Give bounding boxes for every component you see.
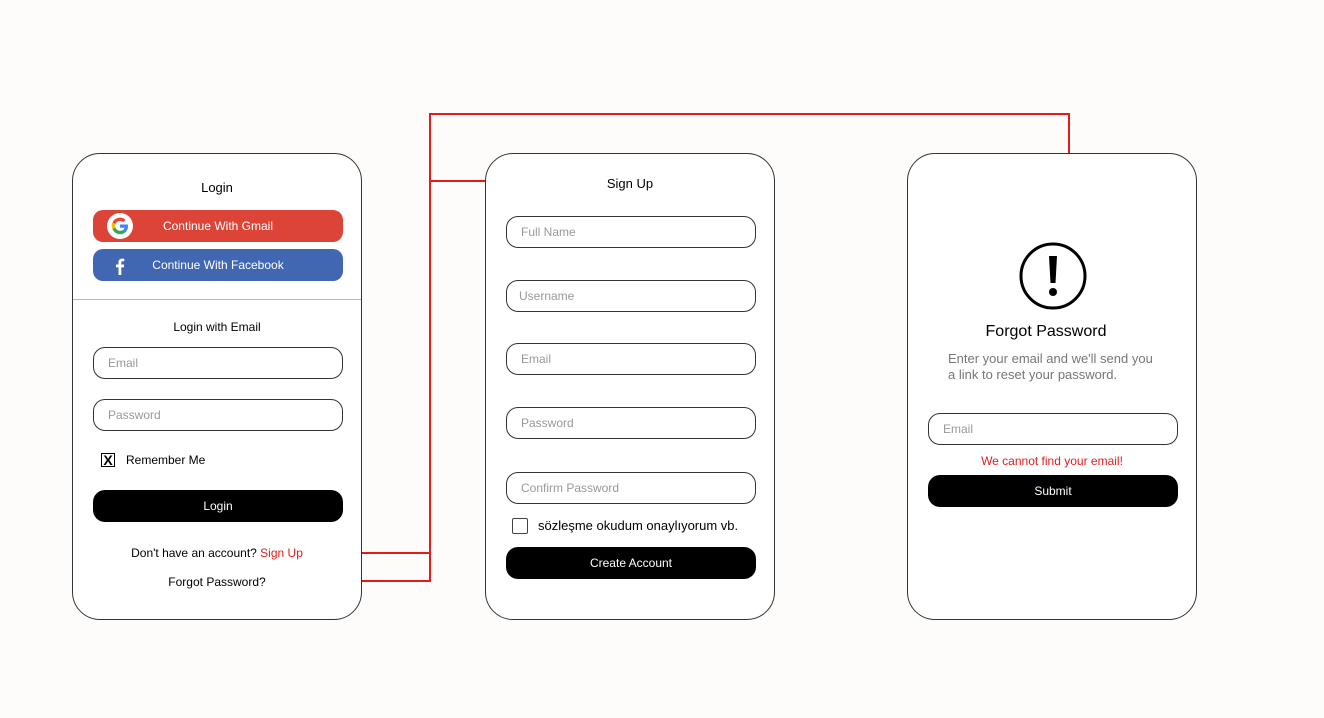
remember-me-label: Remember Me [126,453,206,467]
signup-prompt: Don't have an account? Sign Up [73,546,361,560]
forgot-description-line1: Enter your email and we'll send you [948,351,1153,366]
google-icon [107,213,133,239]
signup-email-input[interactable]: Email [506,343,756,375]
forgot-email-input[interactable]: Email [928,413,1178,445]
signup-password-input[interactable]: Password [506,407,756,439]
facebook-icon [107,252,133,278]
login-button-label: Login [203,499,233,513]
login-button[interactable]: Login [93,490,343,522]
forgot-title: Forgot Password [985,323,1107,340]
forgot-description: Enter your email and we'll send you a li… [948,351,1153,383]
exclamation-icon [1019,242,1087,315]
confirm-password-input[interactable]: Confirm Password [506,472,756,504]
remember-me-checkbox[interactable]: X [101,453,115,467]
signup-email-placeholder: Email [521,352,552,366]
confirm-password-placeholder: Confirm Password [521,481,620,495]
email-section-title: Login with Email [173,320,261,334]
agreement-checkbox[interactable] [512,518,528,534]
gmail-button-label: Continue With Gmail [162,219,274,233]
create-account-button[interactable]: Create Account [506,547,756,579]
forgot-description-line2: a link to reset your password. [948,367,1118,382]
submit-button-label: Submit [1034,484,1072,498]
login-email-placeholder: Email [108,356,139,370]
gmail-button[interactable]: Continue With Gmail [93,210,343,242]
username-placeholder: Username [519,289,575,303]
signup-link[interactable]: Sign Up [260,546,303,560]
login-email-input[interactable]: Email [93,347,343,379]
username-input[interactable]: Username [506,280,756,312]
login-password-input[interactable]: Password [93,399,343,431]
submit-button[interactable]: Submit [928,475,1178,507]
create-account-label: Create Account [589,556,673,570]
facebook-button-label: Continue With Facebook [152,258,284,272]
fullname-input[interactable]: Full Name [506,216,756,248]
forgot-password-link[interactable]: Forgot Password? [73,575,361,589]
agreement-label: sözleşme okudum onaylıyorum vb. [538,518,739,533]
signup-title: Sign Up [606,176,654,191]
forgot-email-placeholder: Email [943,422,974,436]
signup-screen: Sign Up Full Name Username Email Passwor… [485,153,775,620]
login-password-placeholder: Password [108,408,161,422]
section-divider [73,299,361,300]
no-account-text: Don't have an account? [131,546,257,560]
login-screen: Login Continue With Gmail Continue With … [72,153,362,620]
facebook-button[interactable]: Continue With Facebook [93,249,343,281]
fullname-placeholder: Full Name [521,225,576,239]
email-error-message: We cannot find your email! [981,454,1123,468]
login-title: Login [201,180,233,195]
forgot-password-screen: Forgot Password Enter your email and we'… [907,153,1197,620]
signup-password-placeholder: Password [521,416,574,430]
